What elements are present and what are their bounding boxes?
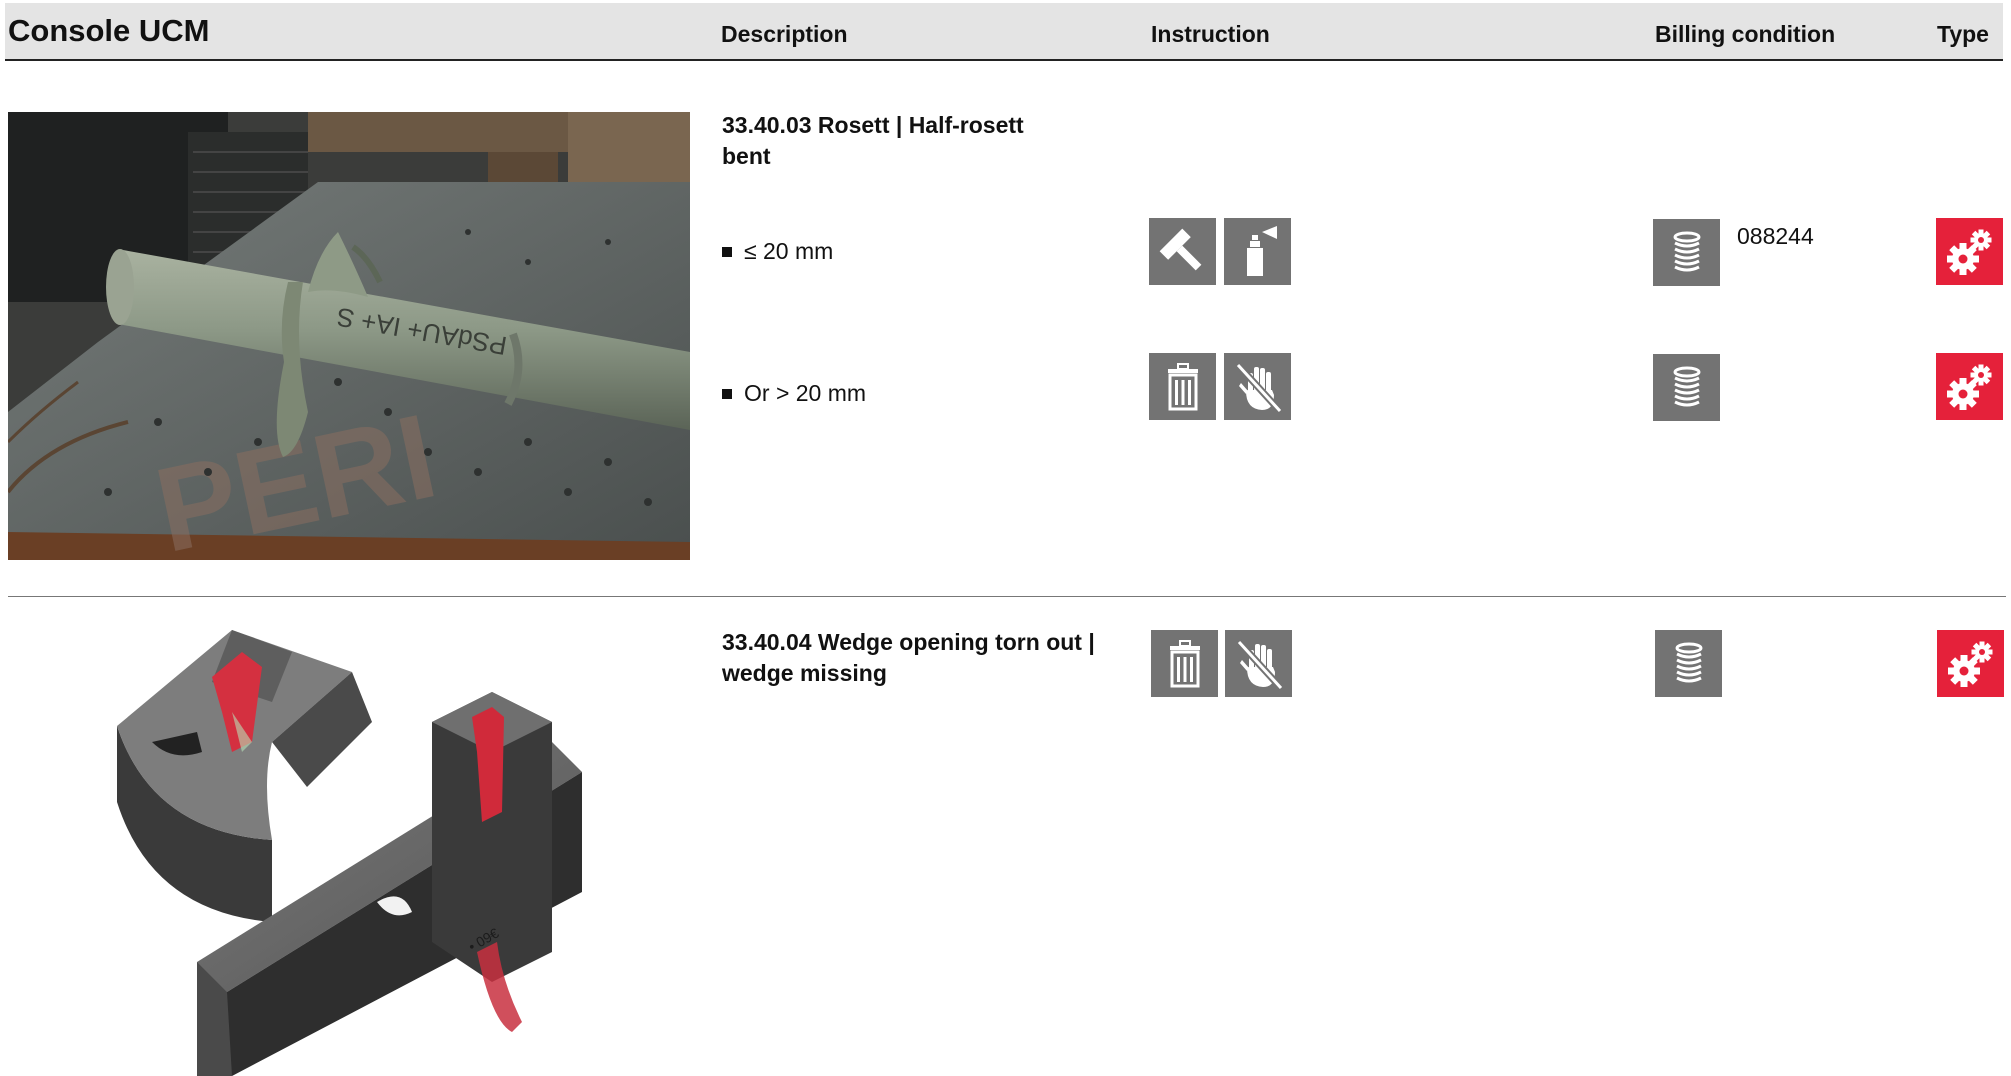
column-header-instruction: Instruction [1151,21,1270,47]
hammer-icon[interactable] [1149,218,1216,285]
bullet-square [722,247,732,257]
condition-item: ≤ 20 mm [722,238,833,265]
no-hand-icon[interactable] [1224,353,1291,420]
wedge-render: • 09€ [112,622,582,1076]
table-header: Console UCM Description Instruction Bill… [5,3,2003,61]
gears-icon[interactable] [1936,218,2003,285]
gears-icon[interactable] [1937,630,2004,697]
column-header-type: Type [1937,21,1989,47]
condition-item: Or > 20 mm [722,380,866,407]
bullet-square [722,389,732,399]
entry-title: 33.40.04 Wedge opening torn out | wedge … [722,629,1095,686]
row-divider [8,596,2006,597]
page-title: Console UCM [8,13,210,48]
billing-code: 088244 [1737,223,1814,249]
no-hand-icon[interactable] [1225,630,1292,697]
column-header-billing: Billing condition [1655,21,1836,47]
entry-title: 33.40.03 Rosett | Half-rosett bent [722,112,1024,169]
bent-rosette-photo: PERI PSdAU+ IA+ S [8,112,690,560]
condition-text: Or > 20 mm [744,380,867,406]
coin-stack-icon[interactable] [1653,219,1720,286]
trash-icon[interactable] [1149,353,1216,420]
gears-icon[interactable] [1936,353,2003,420]
coin-stack-icon[interactable] [1655,630,1722,697]
trash-icon[interactable] [1151,630,1218,697]
column-header-description: Description [721,21,848,47]
condition-text: ≤ 20 mm [744,238,834,264]
coin-stack-icon[interactable] [1653,354,1720,421]
spray-can-icon[interactable] [1224,218,1291,285]
